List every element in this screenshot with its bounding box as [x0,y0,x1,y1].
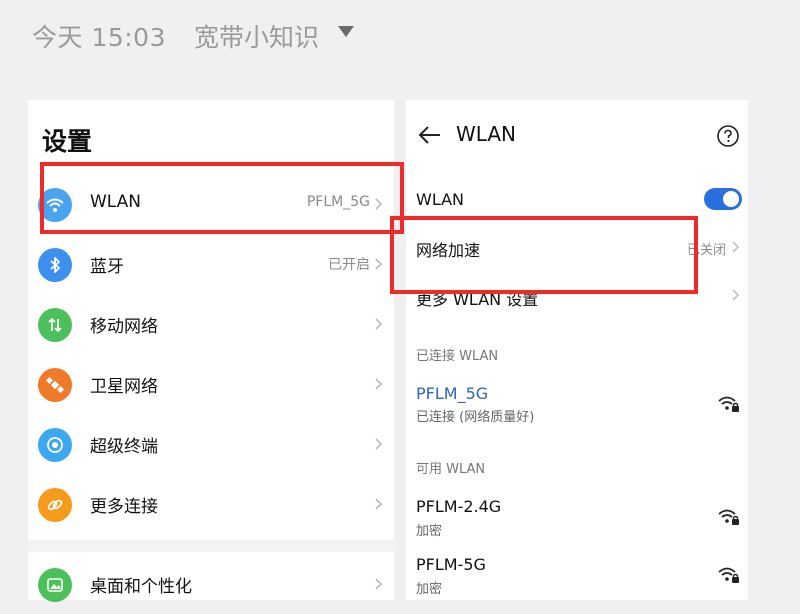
wifi-lock-icon [718,396,739,412]
connected-section-header: 已连接 WLAN [416,349,499,364]
section-divider [28,540,394,552]
network-name: PFLM_5G [416,384,489,403]
settings-item-label: 桌面和个性化 [90,577,192,597]
toggle-knob [723,191,739,207]
settings-item-value: 已开启 [328,257,370,273]
settings-item-bluetooth[interactable]: 蓝牙 已开启 [28,236,394,294]
settings-title: 设置 [42,127,93,156]
wifi-lock-icon [718,567,739,583]
chevron-right-icon [375,578,383,590]
wlan-toggle-label: WLAN [416,190,465,209]
chevron-right-icon [732,241,740,253]
highlight-box-wlan [40,162,404,234]
network-security: 加密 [416,582,443,597]
settings-item-label: 移动网络 [90,317,158,337]
chevron-right-icon [375,258,383,270]
settings-item-satellite-network[interactable]: 卫星网络 [28,356,394,414]
settings-item-label: 超级终端 [90,437,158,457]
bluetooth-icon [38,248,72,282]
wallpaper-icon [38,568,72,602]
network-name: PFLM-5G [416,555,486,574]
settings-item-label: 卫星网络 [90,377,158,397]
network-status: 已连接 (网络质量好) [416,410,535,425]
settings-item-label: 更多连接 [90,497,158,517]
top-header: 今天 15:03 宽带小知识 [0,0,800,72]
back-arrow-icon[interactable] [418,124,442,146]
chevron-right-icon [375,438,383,450]
chevron-right-icon [732,289,740,301]
wifi-lock-icon [718,509,739,525]
mobile-data-icon [38,308,72,342]
settings-item-label: 蓝牙 [90,257,124,277]
network-security: 加密 [416,524,443,539]
satellite-icon [38,368,72,402]
network-name: PFLM-2.4G [416,497,502,516]
chevron-right-icon [375,498,383,510]
caret-down-icon[interactable] [338,26,354,37]
settings-item-more-connections[interactable]: 更多连接 [28,476,394,534]
header-time: 今天 15:03 [32,23,166,52]
available-section-header: 可用 WLAN [416,462,486,477]
help-icon[interactable] [716,124,740,148]
settings-item-super-device[interactable]: 超级终端 [28,416,394,474]
header-channel-name[interactable]: 宽带小知识 [194,18,319,54]
wlan-pane: WLAN WLAN 网络加速 已关闭 更多 WLAN 设置 已连接 WLAN P… [406,100,748,600]
highlight-box-network-acceleration [390,216,698,294]
chevron-right-icon [375,318,383,330]
chevron-right-icon [375,378,383,390]
link-icon [38,488,72,522]
super-device-icon [38,428,72,462]
settings-item-mobile-network[interactable]: 移动网络 [28,296,394,354]
wlan-toggle[interactable] [704,188,742,210]
wlan-title: WLAN [456,122,517,146]
settings-item-desktop-personalization[interactable]: 桌面和个性化 [28,556,394,614]
